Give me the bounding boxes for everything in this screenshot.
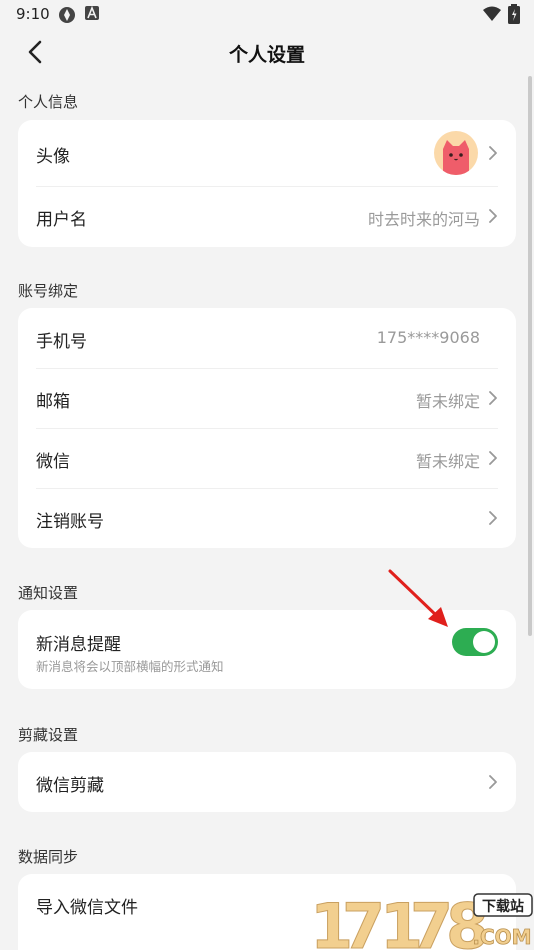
screen: 9:10 个人设置 个人信息 头像 用户名 时去时来的河马 账号绑定 手机号 1… [0, 0, 534, 950]
svg-text:.COM: .COM [472, 925, 531, 949]
svg-text:下载站: 下载站 [482, 898, 524, 915]
watermark-17178-logo: 1 7 1 7 8 下载站 .COM [310, 890, 533, 950]
watermark-logo: 1 7 1 7 8 下载站 .COM [310, 884, 534, 950]
annotation-arrow-icon [388, 569, 448, 627]
svg-text:7: 7 [342, 890, 385, 950]
